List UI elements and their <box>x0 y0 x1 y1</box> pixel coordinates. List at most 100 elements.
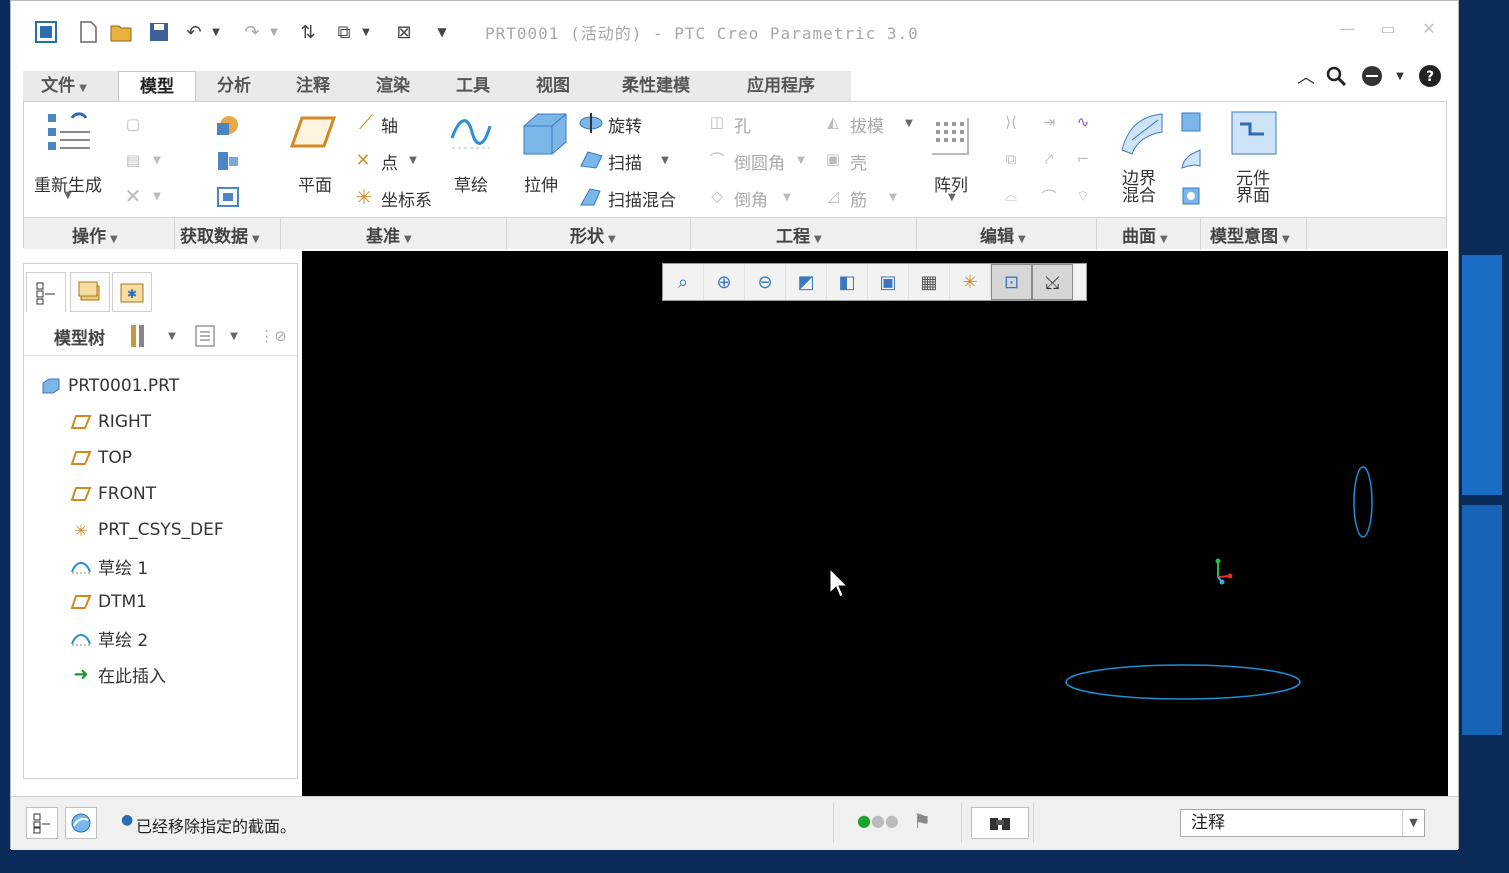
thicken-icon[interactable]: ⌒ <box>1036 184 1062 208</box>
shell-label[interactable]: 壳 <box>850 149 867 174</box>
tree-node-part[interactable]: PRT0001.PRT <box>38 373 179 399</box>
tree-node-front[interactable]: FRONT <box>68 481 156 507</box>
close-button[interactable]: ✕ <box>1414 19 1444 38</box>
rib-label[interactable]: 筋 <box>850 186 867 211</box>
graphics-window[interactable]: ⌕ ⊕ ⊖ ◩ ◧ ▣ ▦ ✳ ⊡ ⤩ <box>302 251 1448 796</box>
draft-dropdown-icon[interactable]: ▼ <box>902 112 916 134</box>
shrinkwrap-icon[interactable] <box>214 184 242 210</box>
boundary-blend-label[interactable]: 边界 混合 <box>1122 171 1156 205</box>
tab-folder-browser[interactable] <box>70 272 110 312</box>
trim-icon[interactable]: ⌐ <box>1070 147 1096 171</box>
toggle-navigator-icon[interactable] <box>26 807 58 839</box>
community-dropdown-icon[interactable]: ▼ <box>1387 63 1413 89</box>
settings-dropdown-icon[interactable]: ▼ <box>164 324 180 348</box>
tab-annotate[interactable]: 注释 <box>277 71 349 101</box>
zoom-out-icon[interactable]: ⊖ <box>745 264 786 300</box>
regenerate-icon[interactable] <box>44 110 90 156</box>
intersect-icon[interactable]: ⌓ <box>998 184 1024 208</box>
point-label[interactable]: 点 <box>381 149 398 174</box>
tab-file[interactable]: 文件 ▼ <box>23 71 105 101</box>
tree-node-right[interactable]: RIGHT <box>68 409 151 435</box>
round-icon[interactable]: ⌒ <box>704 147 730 171</box>
delete-icon[interactable]: ✕ <box>120 184 146 208</box>
spin-center-icon[interactable]: ⊡ <box>991 264 1032 300</box>
boundary-blend-icon[interactable] <box>1118 110 1164 156</box>
paste-dropdown-icon[interactable]: ▼ <box>150 150 164 170</box>
redo-dropdown-icon[interactable]: ▼ <box>265 17 283 47</box>
tab-view[interactable]: 视图 <box>517 71 589 101</box>
freestyle-icon[interactable] <box>1178 184 1204 208</box>
settings-icon[interactable] <box>126 322 152 350</box>
axis-label[interactable]: 轴 <box>381 112 398 137</box>
tab-model[interactable]: 模型 <box>118 71 196 102</box>
windows-icon[interactable]: ⧉ <box>329 17 359 47</box>
selection-filter-dropdown[interactable]: 注释 ▼ <box>1180 809 1425 837</box>
undo-dropdown-icon[interactable]: ▼ <box>207 17 225 47</box>
chevron-down-icon[interactable]: ▼ <box>1402 810 1424 836</box>
tab-favorites[interactable]: ✱ <box>112 272 152 312</box>
csys-label[interactable]: 坐标系 <box>381 186 432 211</box>
shell-icon[interactable]: ▣ <box>820 147 846 171</box>
tree-node-insert-here[interactable]: ➜ 在此插入 <box>68 661 166 687</box>
mirror-icon[interactable]: ⟩⟨ <box>998 110 1024 134</box>
sketch-icon[interactable] <box>448 112 494 158</box>
group-surfaces[interactable]: 曲面 ▼ <box>1122 222 1168 247</box>
group-datum[interactable]: 基准 ▼ <box>366 222 412 247</box>
show-icon[interactable] <box>192 322 218 350</box>
undo-icon[interactable]: ↶ <box>179 17 209 47</box>
tab-applications[interactable]: 应用程序 <box>723 71 839 101</box>
tab-flexible-modeling[interactable]: 柔性建模 <box>601 71 711 101</box>
community-icon[interactable] <box>1359 63 1385 89</box>
tree-node-csys[interactable]: ✳ PRT_CSYS_DEF <box>68 517 223 543</box>
regenerate-icon[interactable]: ⇅ <box>293 17 323 47</box>
hole-icon[interactable]: ◫ <box>704 110 730 134</box>
pattern-dropdown-icon[interactable]: ▼ <box>948 192 956 203</box>
save-icon[interactable] <box>144 17 174 47</box>
swept-blend-label[interactable]: 扫描混合 <box>608 186 676 211</box>
group-editing[interactable]: 编辑 ▼ <box>980 222 1026 247</box>
component-interface-label[interactable]: 元件 界面 <box>1236 171 1270 205</box>
draft-label[interactable]: 拔模 <box>850 112 884 137</box>
chamfer-dropdown-icon[interactable]: ▼ <box>780 186 794 208</box>
component-interface-icon[interactable] <box>1230 110 1277 156</box>
revolve-label[interactable]: 旋转 <box>608 112 642 137</box>
tab-render[interactable]: 渲染 <box>357 71 429 101</box>
tab-model-tree[interactable] <box>26 272 66 312</box>
flag-icon[interactable]: ⚑ <box>913 809 931 833</box>
sweep-dropdown-icon[interactable]: ▼ <box>658 149 672 171</box>
toggle-browser-icon[interactable] <box>65 807 97 839</box>
datum-display-icon[interactable]: ✳ <box>950 264 991 300</box>
tree-node-sketch-1[interactable]: 草绘 1 <box>68 553 148 579</box>
user-defined-feature-icon[interactable] <box>214 112 242 138</box>
style-icon[interactable] <box>1178 147 1204 171</box>
customize-icon[interactable]: ▼ <box>427 17 457 47</box>
redo-icon[interactable]: ↷ <box>237 17 267 47</box>
minimize-ribbon-icon[interactable]: ︿ <box>1293 63 1319 89</box>
offset-icon[interactable]: ⤤ <box>1036 147 1062 171</box>
copy-icon[interactable]: ▢ <box>120 112 146 136</box>
solidify-icon[interactable]: ⌔ <box>1070 184 1096 208</box>
round-label[interactable]: 倒圆角 <box>734 149 785 174</box>
hole-label[interactable]: 孔 <box>734 112 751 137</box>
point-dropdown-icon[interactable]: ▼ <box>406 149 420 171</box>
extrude-icon[interactable] <box>520 110 567 156</box>
fill-icon[interactable] <box>1178 110 1204 134</box>
csys-icon[interactable]: ✳ <box>350 184 378 210</box>
view-manager-icon[interactable]: ▦ <box>909 264 950 300</box>
tree-node-sketch-2[interactable]: 草绘 2 <box>68 625 148 651</box>
group-get-data[interactable]: 获取数据 ▼ <box>180 222 260 247</box>
group-model-intent[interactable]: 模型意图 ▼ <box>1210 222 1290 247</box>
zoom-in-icon[interactable]: ⊕ <box>704 264 745 300</box>
show-dropdown-icon[interactable]: ▼ <box>226 324 242 348</box>
point-icon[interactable]: × <box>350 147 376 171</box>
pattern-icon[interactable] <box>930 114 976 160</box>
refit-icon[interactable]: ⌕ <box>663 264 704 300</box>
saved-orientations-icon[interactable]: ▣ <box>868 264 909 300</box>
app-menu-icon[interactable] <box>31 17 61 47</box>
repaint-icon[interactable]: ◩ <box>786 264 827 300</box>
round-dropdown-icon[interactable]: ▼ <box>794 149 808 171</box>
group-operations[interactable]: 操作 ▼ <box>72 222 118 247</box>
plane-label[interactable]: 平面 <box>298 171 332 196</box>
rib-dropdown-icon[interactable]: ▼ <box>886 186 900 208</box>
sweep-label[interactable]: 扫描 <box>608 149 642 174</box>
